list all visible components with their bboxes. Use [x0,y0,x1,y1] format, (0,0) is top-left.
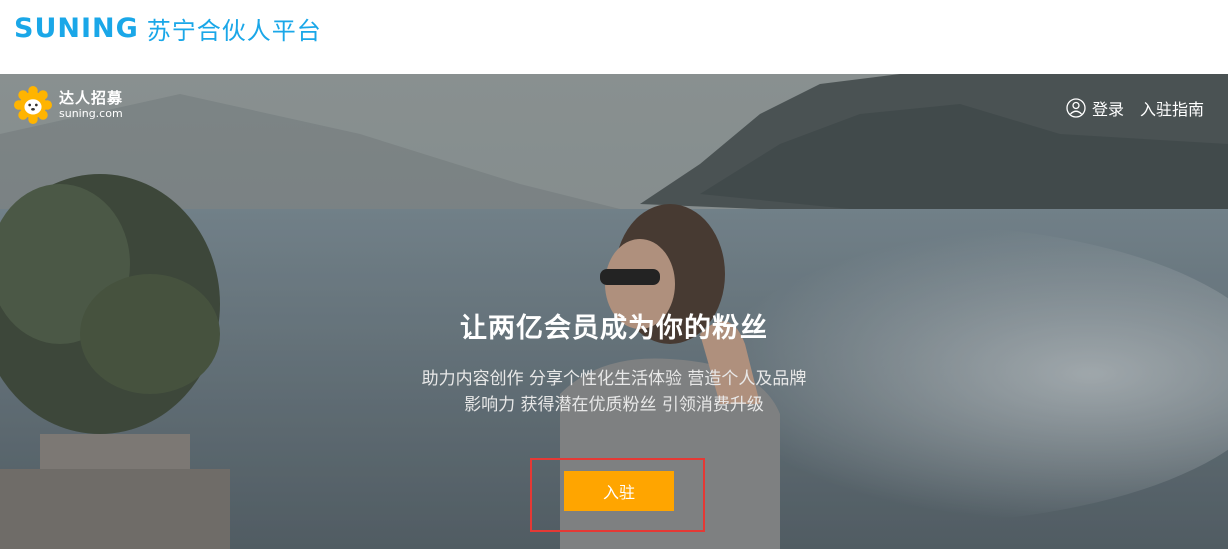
logo-title: 达人招募 [59,89,124,107]
suning-partner-brand[interactable]: SUNING 苏宁合伙人平台 [14,11,322,46]
logo-text: 达人招募 suning.com [59,89,123,121]
hero-subline-2: 影响力 获得潜在优质粉丝 引领消费升级 [464,395,764,415]
brand-name-en: SUNING [14,13,139,44]
top-header: SUNING 苏宁合伙人平台 [0,0,1228,74]
login-link[interactable]: 登录 [1092,96,1124,120]
user-circle-icon[interactable] [1066,98,1086,118]
hero-subline-1: 助力内容创作 分享个性化生活体验 营造个人及品牌 [421,369,807,389]
lion-logo-icon [14,86,52,124]
hero-headline: 让两亿会员成为你的粉丝 [460,313,768,344]
hero-banner: 达人招募 suning.com 登录 入驻指南 让两亿会员成为你的粉丝 助力内容… [0,74,1228,549]
settle-guide-link[interactable]: 入驻指南 [1140,96,1204,120]
join-button[interactable]: 入驻 [564,471,674,511]
logo-domain: suning.com [59,107,123,120]
brand-name-cn: 苏宁合伙人平台 [146,17,322,45]
top-nav: 登录 入驻指南 [1066,96,1204,120]
talent-recruit-logo[interactable]: 达人招募 suning.com [14,86,123,124]
